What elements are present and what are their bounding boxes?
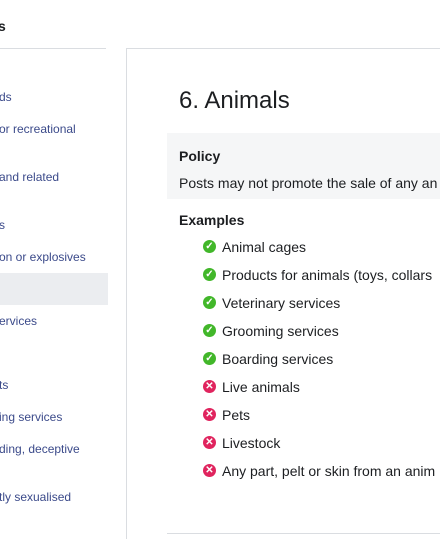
sidebar-item[interactable]: ing services	[0, 409, 108, 425]
sidebar-item-label: ts	[0, 378, 9, 392]
example-text: Boarding services	[222, 351, 334, 367]
sidebar-item[interactable]: ding, deceptive	[0, 441, 108, 457]
x-circle-icon: ✕	[203, 436, 216, 449]
sidebar-item[interactable]: s	[0, 217, 108, 233]
section-divider	[167, 533, 440, 534]
sidebar-item-label: on or explosives	[0, 250, 86, 264]
sidebar-item-label: tly sexualised	[0, 490, 72, 504]
sidebar-heading: s	[0, 18, 6, 34]
main-content: 6. Animals Policy Posts may not promote …	[127, 49, 440, 539]
check-circle-icon: ✓	[203, 352, 216, 365]
sidebar-item-label: ding, deceptive	[0, 442, 80, 456]
examples-label: Examples	[179, 212, 245, 228]
sidebar-item[interactable]: and related	[0, 169, 108, 185]
sidebar-item[interactable]: tly sexualised	[0, 489, 108, 505]
x-circle-icon: ✕	[203, 380, 216, 393]
page-title: 6. Animals	[179, 87, 290, 114]
check-circle-icon: ✓	[203, 324, 216, 337]
check-circle-icon: ✓	[203, 296, 216, 309]
example-text: Pets	[222, 407, 251, 423]
policy-text: Posts may not promote the sale of any an	[179, 175, 438, 191]
sidebar-divider	[0, 48, 106, 49]
sidebar-item-animals-active[interactable]	[0, 273, 108, 305]
example-text: Veterinary services	[222, 295, 341, 311]
sidebar-item-label: ing services	[0, 410, 63, 424]
sidebar-item-label: ds	[0, 90, 12, 104]
sidebar-item[interactable]: or recreational	[0, 121, 108, 137]
sidebar-item-label: or recreational	[0, 122, 76, 136]
sidebar-item[interactable]: ds	[0, 89, 108, 105]
sidebar-item-label: and related	[0, 170, 60, 184]
policy-box: Policy Posts may not promote the sale of…	[167, 133, 440, 199]
policy-label: Policy	[179, 148, 221, 164]
sidebar-item[interactable]: on or explosives	[0, 249, 108, 265]
example-text: Products for animals (toys, collars	[222, 267, 433, 283]
sidebar-item[interactable]: ts	[0, 377, 108, 393]
sidebar-item-label: ervices	[0, 314, 38, 328]
sidebar-item[interactable]: ervices	[0, 313, 108, 329]
example-text: Live animals	[222, 379, 300, 395]
example-text: Livestock	[222, 435, 281, 451]
check-circle-icon: ✓	[203, 240, 216, 253]
x-circle-icon: ✕	[203, 464, 216, 477]
sidebar-item-label: s	[0, 218, 5, 232]
x-circle-icon: ✕	[203, 408, 216, 421]
example-text: Any part, pelt or skin from an anim	[222, 463, 436, 479]
example-text: Animal cages	[222, 239, 307, 255]
sidebar: s ds or recreational and related s on or…	[0, 0, 108, 539]
check-circle-icon: ✓	[203, 268, 216, 281]
example-text: Grooming services	[222, 323, 339, 339]
